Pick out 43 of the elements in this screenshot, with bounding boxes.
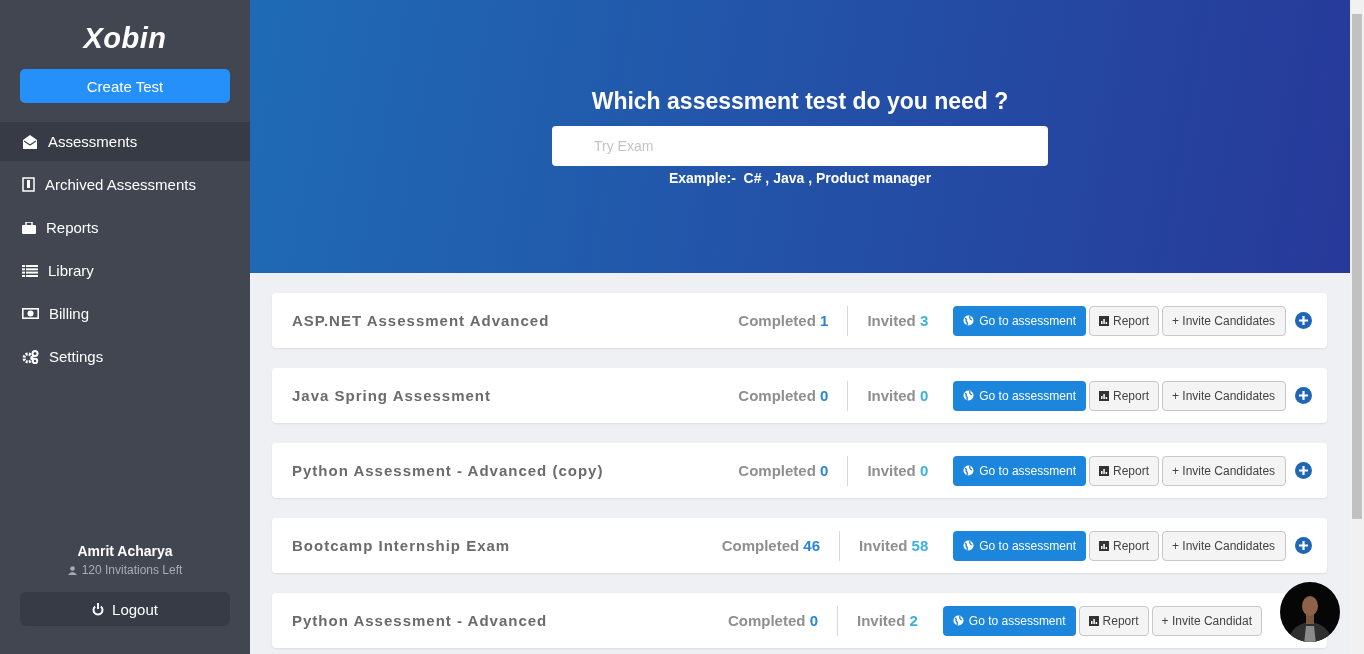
sidebar-item[interactable]: Assessments: [0, 122, 250, 161]
logo: Xobin: [83, 22, 167, 55]
invited-count: Invited 3: [867, 312, 929, 329]
invited-count: Invited 0: [867, 387, 929, 404]
report-button[interactable]: Report: [1078, 605, 1149, 636]
completed-count: Completed 0: [738, 462, 829, 479]
sidebar-item[interactable]: Billing: [0, 294, 250, 333]
invited-count: Invited 0: [867, 462, 929, 479]
example-hint: Example:- C# , Java , Product manager: [668, 170, 932, 186]
invite-candidates-button[interactable]: + Invite Candidates: [1162, 305, 1286, 336]
invite-candidates-button[interactable]: + Invite Candidates: [1162, 455, 1286, 486]
invitations-left: 120 Invitations Left: [81, 563, 183, 577]
invited-count: Invited 58: [859, 537, 929, 554]
assessment-title: Java Spring Assessment: [292, 387, 493, 404]
report-button[interactable]: Report: [1088, 380, 1159, 411]
go-to-assessment-button[interactable]: Go to assessment: [953, 305, 1086, 336]
sidebar-item[interactable]: Library: [0, 251, 250, 290]
go-to-assessment-button[interactable]: Go to assessment: [953, 455, 1086, 486]
invite-candidates-button[interactable]: + Invite Candidates: [1162, 380, 1286, 411]
sidebar-item[interactable]: Reports: [0, 208, 250, 247]
go-to-assessment-button[interactable]: Go to assessment: [953, 530, 1086, 561]
invited-count: Invited 2: [857, 612, 918, 629]
invite-candidates-button[interactable]: + Invite Candidates: [1162, 530, 1286, 561]
report-button[interactable]: Report: [1088, 530, 1159, 561]
completed-count: Completed 0: [738, 387, 829, 404]
user-name: Amrit Acharya: [77, 543, 173, 559]
assessment-title: Bootcamp Internship Exam: [292, 537, 512, 554]
hero-title: Which assessment test do you need ?: [591, 88, 1009, 115]
logout-button[interactable]: Logout: [20, 592, 230, 626]
assessment-title: Python Assessment - Advanced (copy): [292, 462, 605, 479]
assessment-title: ASP.NET Assessment Advanced: [292, 312, 551, 329]
completed-count: Completed 1: [738, 312, 829, 329]
sidebar-item[interactable]: Settings: [0, 337, 250, 376]
go-to-assessment-button[interactable]: Go to assessment: [953, 380, 1086, 411]
report-button[interactable]: Report: [1088, 305, 1159, 336]
sidebar-item[interactable]: Archived Assessments: [0, 165, 250, 204]
completed-count: Completed 0: [727, 612, 818, 629]
search-field[interactable]: Try Exam: [552, 126, 1048, 166]
completed-count: Completed 46: [721, 537, 821, 554]
go-to-assessment-button[interactable]: Go to assessment: [942, 605, 1076, 636]
report-button[interactable]: Report: [1088, 455, 1159, 486]
invite-candidates-button[interactable]: + Invite Candidat: [1151, 605, 1262, 636]
assessment-title: Python Assessment - Advanced: [292, 612, 549, 629]
